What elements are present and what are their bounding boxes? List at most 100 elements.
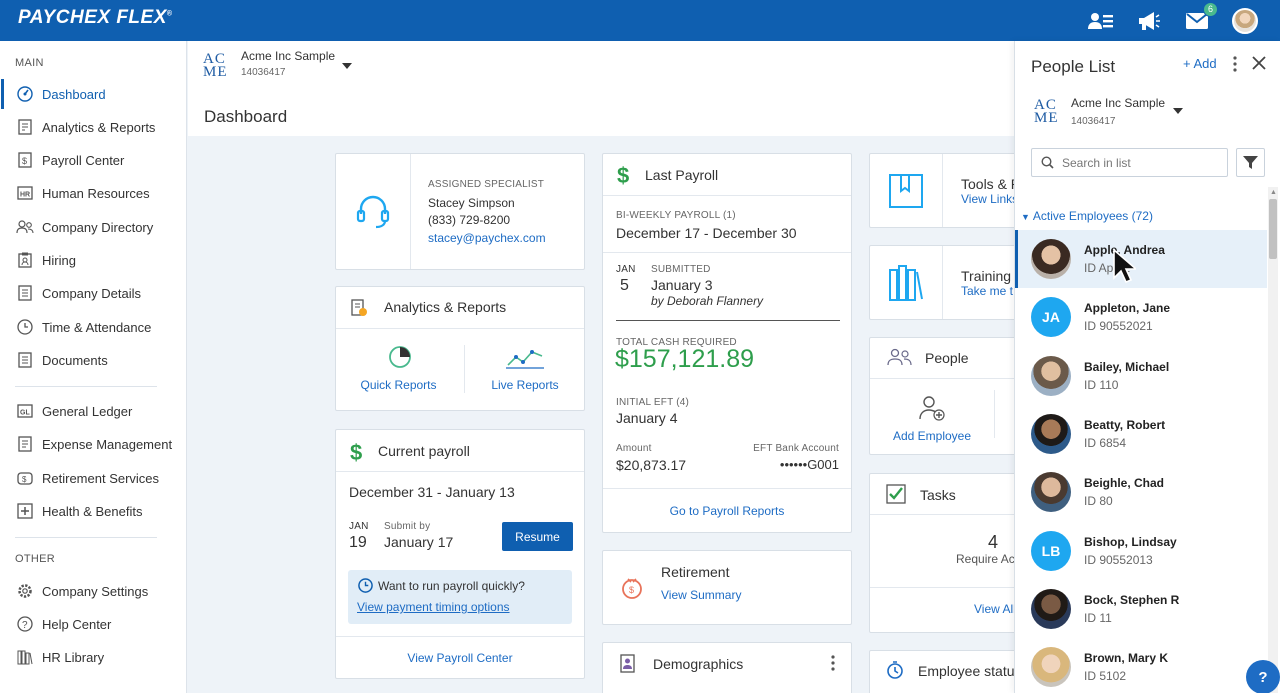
employee-id: ID 5102 bbox=[1084, 669, 1127, 683]
employee-row[interactable]: LB Bishop, Lindsay ID 90552013 bbox=[1015, 522, 1267, 580]
main-section-label: MAIN bbox=[15, 57, 44, 69]
sidebar-item-expense-management[interactable]: Expense Management bbox=[0, 429, 187, 459]
paychex-flex-logo[interactable]: PAYCHEX FLEX® bbox=[18, 7, 173, 29]
megaphone-icon[interactable] bbox=[1136, 8, 1162, 34]
active-employees-group[interactable]: ▼ Active Employees (72) bbox=[1021, 209, 1153, 223]
sidebar-item-analytics[interactable]: Analytics & Reports bbox=[0, 112, 187, 142]
add-person-button[interactable]: + Add bbox=[1183, 56, 1217, 71]
quick-payroll-question: Want to run payroll quickly? bbox=[378, 579, 525, 593]
sidebar-item-retirement-services[interactable]: $ Retirement Services bbox=[0, 463, 187, 493]
sidebar-item-payroll-center[interactable]: $ Payroll Center bbox=[0, 145, 187, 175]
headset-icon bbox=[336, 154, 411, 269]
people-directory-icon[interactable] bbox=[1088, 8, 1114, 34]
chevron-down-icon[interactable] bbox=[342, 63, 352, 69]
sidebar-item-time-attendance[interactable]: Time & Attendance bbox=[0, 312, 187, 342]
live-reports-button[interactable]: Live Reports bbox=[464, 329, 586, 409]
sidebar-item-hr-library[interactable]: HR Library bbox=[0, 642, 187, 672]
sidebar-item-documents[interactable]: Documents bbox=[0, 345, 187, 375]
payroll-reports-link[interactable]: Go to Payroll Reports bbox=[603, 504, 851, 518]
sidebar-item-general-ledger[interactable]: GL General Ledger bbox=[0, 396, 187, 426]
retirement-title: Retirement bbox=[661, 564, 730, 580]
company-header: AC ME Acme Inc Sample 14036417 Dashboard bbox=[188, 41, 1014, 136]
search-input[interactable]: Search in list bbox=[1031, 148, 1228, 177]
demographics-card: Demographics bbox=[602, 642, 852, 693]
sidebar-item-label: Analytics & Reports bbox=[42, 119, 156, 135]
sidebar-item-label: Hiring bbox=[42, 252, 76, 268]
resume-button[interactable]: Resume bbox=[502, 522, 573, 551]
acme-logo: AC ME bbox=[203, 51, 228, 80]
mail-icon[interactable]: 6 bbox=[1184, 1, 1218, 34]
more-options-icon[interactable] bbox=[1233, 56, 1237, 75]
submitted-status: SUBMITTED bbox=[651, 264, 711, 275]
sidebar-item-human-resources[interactable]: HR Human Resources bbox=[0, 178, 187, 208]
svg-text:$: $ bbox=[22, 156, 27, 166]
scrollbar-track[interactable]: ▲ bbox=[1268, 187, 1278, 693]
employee-row[interactable]: Beatty, Robert ID 6854 bbox=[1015, 405, 1267, 463]
chevron-down-icon[interactable] bbox=[1173, 108, 1183, 114]
company-selector[interactable]: Acme Inc Sample 14036417 bbox=[1071, 96, 1165, 127]
employee-row[interactable]: Bock, Stephen R ID 11 bbox=[1015, 580, 1267, 638]
sidebar-item-company-details[interactable]: Company Details bbox=[0, 278, 187, 308]
employee-avatar bbox=[1031, 239, 1071, 279]
specialist-phone[interactable]: (833) 729-8200 bbox=[428, 213, 510, 227]
close-icon[interactable] bbox=[1252, 56, 1266, 73]
add-employee-button[interactable]: Add Employee bbox=[870, 379, 994, 454]
take-me-link[interactable]: Take me t bbox=[961, 284, 1013, 298]
user-avatar[interactable] bbox=[1232, 7, 1258, 34]
expense-icon bbox=[16, 435, 34, 453]
last-payroll-card: $ Last Payroll BI-WEEKLY PAYROLL (1) Dec… bbox=[602, 153, 852, 533]
quick-reports-button[interactable]: Quick Reports bbox=[336, 329, 461, 409]
sidebar-item-dashboard[interactable]: Dashboard bbox=[0, 79, 187, 109]
sidebar: MAIN Dashboard Analytics & Reports $ Pay… bbox=[0, 41, 187, 693]
specialist-email[interactable]: stacey@paychex.com bbox=[428, 231, 546, 245]
filter-button[interactable] bbox=[1236, 148, 1265, 177]
sidebar-item-health-benefits[interactable]: Health & Benefits bbox=[0, 496, 187, 526]
scrollbar-thumb[interactable] bbox=[1269, 199, 1277, 259]
piggy-bank-icon: $ bbox=[619, 575, 645, 604]
sidebar-item-company-settings[interactable]: Company Settings bbox=[0, 576, 187, 606]
employee-id: ID 90552013 bbox=[1084, 553, 1153, 567]
top-bar: PAYCHEX FLEX® 6 bbox=[0, 0, 1280, 41]
sidebar-item-help-center[interactable]: ? Help Center bbox=[0, 609, 187, 639]
svg-text:$: $ bbox=[22, 475, 27, 484]
submit-day: 19 bbox=[349, 534, 367, 551]
employee-row[interactable]: Brown, Mary K ID 5102 bbox=[1015, 638, 1267, 693]
dollar-icon: $ bbox=[617, 163, 630, 188]
more-options-icon[interactable] bbox=[831, 655, 835, 674]
help-button[interactable]: ? bbox=[1246, 660, 1280, 693]
gear-icon bbox=[16, 582, 34, 600]
employee-row[interactable]: Bailey, Michael ID 110 bbox=[1015, 347, 1267, 405]
amount-label: Amount bbox=[616, 443, 652, 454]
sidebar-item-label: Documents bbox=[42, 352, 108, 368]
company-name: Acme Inc Sample bbox=[1071, 96, 1166, 110]
payroll-frequency: BI-WEEKLY PAYROLL (1) bbox=[616, 210, 736, 221]
payment-timing-link[interactable]: View payment timing options bbox=[357, 600, 510, 614]
employee-avatar: LB bbox=[1031, 531, 1071, 571]
specialist-card: ASSIGNED SPECIALIST Stacey Simpson (833)… bbox=[335, 153, 585, 270]
tools-card: Tools & R View Links bbox=[869, 153, 1029, 228]
sidebar-item-hiring[interactable]: Hiring bbox=[0, 245, 187, 275]
acme-logo: AC ME bbox=[1034, 97, 1059, 126]
sidebar-item-company-directory[interactable]: Company Directory bbox=[0, 212, 187, 242]
employee-id: ID 80 bbox=[1084, 494, 1113, 508]
view-all-tasks-link[interactable]: View All bbox=[974, 602, 1016, 616]
employee-row[interactable]: Beighle, Chad ID 80 bbox=[1015, 463, 1267, 521]
last-payroll-period: December 17 - December 30 bbox=[616, 225, 797, 241]
pie-chart-icon bbox=[388, 345, 412, 372]
training-card: Training Take me t bbox=[869, 245, 1029, 320]
employee-status-card: Employee status bbox=[869, 650, 1029, 693]
card-divider bbox=[336, 471, 584, 472]
employee-row[interactable]: Apple, Andrea ID Ap 52 bbox=[1015, 230, 1267, 288]
group-label: Active Employees (72) bbox=[1032, 209, 1153, 223]
dollar-icon: $ bbox=[350, 440, 363, 465]
view-summary-link[interactable]: View Summary bbox=[661, 588, 741, 602]
scroll-up-icon[interactable]: ▲ bbox=[1270, 189, 1277, 196]
employee-row[interactable]: JA Appleton, Jane ID 90552021 bbox=[1015, 288, 1267, 346]
add-employee-label: Add Employee bbox=[892, 429, 972, 443]
view-payroll-center-link[interactable]: View Payroll Center bbox=[336, 651, 584, 665]
svg-text:?: ? bbox=[22, 620, 28, 631]
employee-avatar bbox=[1031, 589, 1071, 629]
card-divider bbox=[603, 488, 851, 489]
view-links-link[interactable]: View Links bbox=[961, 192, 1018, 206]
company-selector[interactable]: Acme Inc Sample 14036417 bbox=[241, 49, 335, 78]
